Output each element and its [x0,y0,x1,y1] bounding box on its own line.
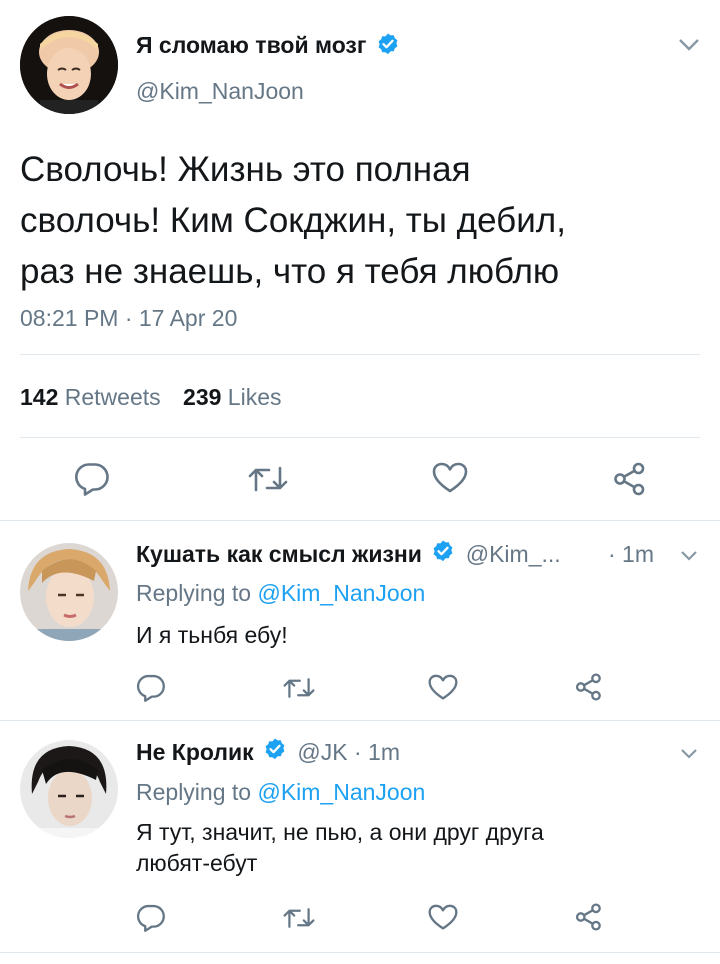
replying-to-handle[interactable]: @Kim_NanJoon [257,580,425,606]
tweet-text-line: Сволочь! Жизнь это полная [20,150,471,189]
reply-icon[interactable] [74,462,110,496]
divider [20,354,700,355]
chevron-down-icon[interactable] [678,38,700,52]
retweet-icon[interactable] [248,464,288,494]
replying-to-prefix: Replying to [136,779,252,805]
chevron-down-icon[interactable] [680,550,698,562]
verified-badge-icon [431,539,455,569]
reply-display-name[interactable]: Кушать как смысл жизни [136,541,422,567]
avatar[interactable] [20,543,118,641]
avatar[interactable] [20,740,118,838]
reply-time[interactable]: · 1m [354,739,400,765]
reply-header: Не Кролик @JK · 1m [136,737,400,769]
tweet-text: Сволочь! Жизнь это полная сволочь! Ким С… [20,144,700,297]
replying-to: Replying to @Kim_NanJoon [136,580,425,607]
replying-to-handle[interactable]: @Kim_NanJoon [257,779,425,805]
like-icon[interactable] [432,462,468,494]
reply-text-line: любят-ебут [136,850,258,876]
retweets-stat[interactable]: 142 Retweets [20,384,167,410]
share-icon[interactable] [574,903,604,931]
reply-time[interactable]: · 1m [608,541,654,568]
divider [0,520,720,521]
retweet-icon[interactable] [283,906,315,930]
reply-handle[interactable]: @Kim_... [466,541,561,567]
share-icon[interactable] [612,462,648,496]
reply-display-name[interactable]: Не Кролик [136,739,254,765]
like-icon[interactable] [428,674,458,701]
reply-text: И я тьнбя ебу! [136,620,288,651]
author-display-name[interactable]: Я сломаю твой мозг [136,32,366,58]
likes-count: 239 [183,384,222,410]
like-icon[interactable] [428,904,458,931]
tweet-timestamp[interactable]: 08:21 PM · 17 Apr 20 [20,305,237,332]
reply-text: Я тут, значит, не пью, а они друг друга … [136,817,544,879]
chevron-down-icon[interactable] [680,748,698,760]
author-handle[interactable]: @Kim_NanJoon [136,78,304,105]
divider [20,437,700,438]
avatar[interactable] [20,16,118,114]
divider [0,720,720,721]
reply-handle[interactable]: @JK [297,739,347,765]
likes-stat[interactable]: 239 Likes [183,384,281,410]
author-name-row: Я сломаю твой мозг [136,32,400,62]
retweets-count: 142 [20,384,59,410]
tweet-stats: 142 Retweets 239 Likes [20,384,282,411]
reply-icon[interactable] [136,904,166,932]
verified-badge-icon [263,737,287,767]
tweet-text-line: сволочь! Ким Сокджин, ты дебил, [20,201,566,240]
reply-text-line: Я тут, значит, не пью, а они друг друга [136,819,544,845]
verified-badge-icon [376,32,400,61]
replying-to-prefix: Replying to [136,580,252,606]
retweet-icon[interactable] [283,676,315,700]
share-icon[interactable] [574,673,604,701]
reply-text-line: И я тьнбя ебу! [136,622,288,648]
retweets-label: Retweets [64,384,161,410]
tweet-text-line: раз не знаешь, что я тебя люблю [20,252,560,291]
divider [0,952,720,953]
reply-icon[interactable] [136,674,166,702]
replying-to: Replying to @Kim_NanJoon [136,779,425,806]
reply-header: Кушать как смысл жизни @Kim_... [136,539,561,571]
likes-label: Likes [227,384,282,410]
